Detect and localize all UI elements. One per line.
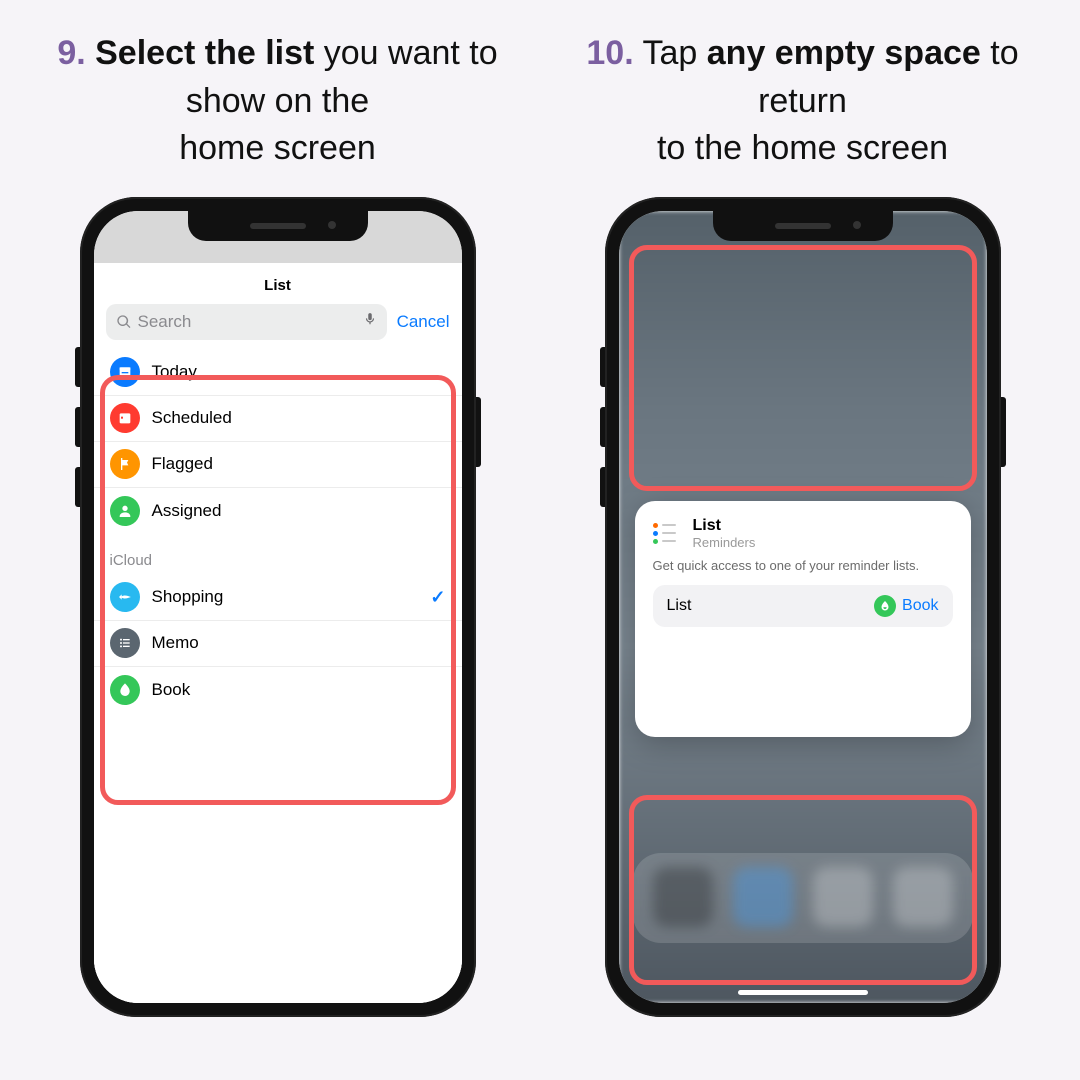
widget-description: Get quick access to one of your reminder… (653, 558, 953, 573)
search-placeholder: Search (138, 312, 192, 332)
phone-screen[interactable]: List Reminders Get quick access to one o… (619, 211, 987, 1003)
reminders-icon (653, 518, 683, 548)
widget-title: List (693, 517, 756, 535)
list-row-label: Assigned (152, 501, 222, 521)
list-row-label: Book (152, 680, 191, 700)
list-container: Today Scheduled Flagged Assigned iCloud Sho… (94, 350, 462, 1003)
row-value: Book (902, 597, 938, 615)
notch (188, 211, 368, 241)
search-icon (116, 314, 132, 330)
flag-icon (110, 449, 140, 479)
widget-subtitle: Reminders (693, 535, 756, 550)
step-9-instruction: 9. Select the list you want to show on t… (48, 30, 508, 173)
fish-icon (110, 582, 140, 612)
today-icon (110, 357, 140, 387)
phone-mockup-left: List Search Cancel TodaySc (80, 197, 476, 1017)
notch (713, 211, 893, 241)
leaf-icon (110, 675, 140, 705)
widget-config-card: List Reminders Get quick access to one o… (635, 501, 971, 737)
list-row-label: Flagged (152, 454, 213, 474)
dock-blur (633, 853, 973, 943)
section-label: iCloud (94, 534, 462, 575)
sheet-title: List (94, 263, 462, 304)
home-indicator[interactable] (738, 990, 868, 995)
checkmark-icon: ✓ (430, 587, 445, 608)
leaf-icon (874, 595, 896, 617)
step-number: 9. (57, 34, 85, 72)
list-row-label: Memo (152, 633, 199, 653)
list-row-memo[interactable]: Memo (94, 621, 462, 667)
phone-screen: List Search Cancel TodaySc (94, 211, 462, 1003)
cancel-button[interactable]: Cancel (397, 312, 450, 332)
list-picker-sheet: List Search Cancel TodaySc (94, 263, 462, 1003)
search-input[interactable]: Search (106, 304, 387, 340)
list-row-label: Shopping (152, 587, 224, 607)
list-row-label: Today (152, 362, 197, 382)
list-row-today[interactable]: Today (94, 350, 462, 396)
widget-list-row[interactable]: List Book (653, 585, 953, 627)
list-row-flagged[interactable]: Flagged (94, 442, 462, 488)
list-row-shopping[interactable]: Shopping ✓ (94, 575, 462, 621)
row-label: List (667, 597, 692, 615)
list-row-assigned[interactable]: Assigned (94, 488, 462, 534)
phone-mockup-right: List Reminders Get quick access to one o… (605, 197, 1001, 1017)
list-row-book[interactable]: Book (94, 667, 462, 713)
person-icon (110, 496, 140, 526)
list-row-scheduled[interactable]: Scheduled (94, 396, 462, 442)
calendar-icon (110, 403, 140, 433)
step-number: 10. (586, 34, 633, 72)
mic-icon[interactable] (363, 310, 377, 333)
step-10-instruction: 10. Tap any empty space to return to the… (573, 30, 1033, 173)
list-row-label: Scheduled (152, 408, 232, 428)
list-icon (110, 628, 140, 658)
